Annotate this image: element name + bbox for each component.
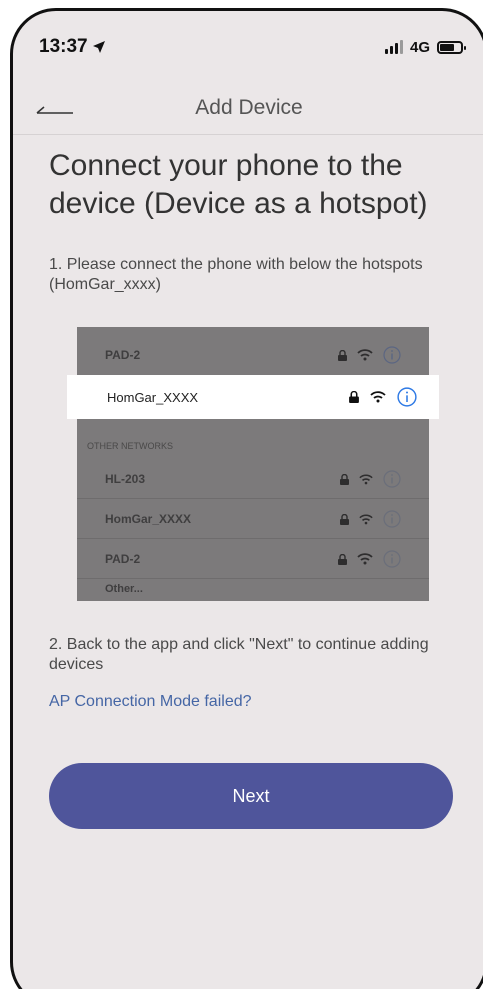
main-content: Connect your phone to the device (Device… xyxy=(13,135,483,711)
step-2-text: 2. Back to the app and click "Next" to c… xyxy=(49,636,429,673)
wifi-network-name: HomGar_XXXX xyxy=(105,512,192,526)
lock-icon xyxy=(338,349,347,361)
wifi-row: PAD-2 xyxy=(77,539,429,579)
wifi-icon xyxy=(357,349,373,361)
info-icon xyxy=(397,387,417,407)
wifi-row: Other... xyxy=(77,577,429,601)
next-button[interactable]: Next xyxy=(49,763,453,829)
network-type: 4G xyxy=(409,38,430,56)
lock-icon xyxy=(338,553,347,565)
heading: Connect your phone to the device (Device… xyxy=(49,149,428,220)
wifi-list-illustration: PAD-2 OTHER NETWORKS HL-203 HomGar_XXXX … xyxy=(67,327,439,601)
wifi-row: HomGar_XXXX xyxy=(77,499,429,539)
nav-bar: Add Device xyxy=(13,83,483,135)
info-icon xyxy=(383,346,401,364)
info-icon xyxy=(383,550,401,568)
page-title: Add Device xyxy=(195,96,303,119)
time-text: 13:37 xyxy=(39,36,88,57)
step-1-text: 1. Please connect the phone with below t… xyxy=(49,256,423,293)
wifi-row: PAD-2 xyxy=(77,335,429,375)
wifi-icon xyxy=(359,473,373,484)
wifi-network-name: HL-203 xyxy=(105,472,146,486)
other-networks-label: OTHER NETWORKS xyxy=(87,441,174,451)
wifi-row: HL-203 xyxy=(77,459,429,499)
wifi-icon xyxy=(359,513,373,524)
phone-frame: 13:37 4G Add Device Connect your phone t… xyxy=(10,8,483,989)
lock-icon xyxy=(340,513,349,525)
wifi-icon xyxy=(370,391,386,403)
battery-icon xyxy=(437,40,466,54)
info-icon xyxy=(383,510,401,528)
lock-icon xyxy=(349,391,359,403)
wifi-icon xyxy=(357,553,373,565)
lock-icon xyxy=(340,473,349,485)
signal-icon xyxy=(384,40,403,54)
hotspot-name: HomGar_XXXX xyxy=(107,389,199,405)
status-indicators: 4G xyxy=(384,38,466,56)
location-arrow-icon xyxy=(92,41,105,53)
status-bar: 13:37 4G xyxy=(13,11,483,83)
wifi-network-name: PAD-2 xyxy=(105,348,141,362)
wifi-network-name: PAD-2 xyxy=(105,552,141,566)
status-time: 13:37 xyxy=(39,36,106,58)
wifi-network-name: Other... xyxy=(105,583,143,595)
highlighted-hotspot-row: HomGar_XXXX xyxy=(67,375,439,419)
ap-mode-failed-link[interactable]: AP Connection Mode failed? xyxy=(49,693,252,711)
info-icon xyxy=(383,470,401,488)
